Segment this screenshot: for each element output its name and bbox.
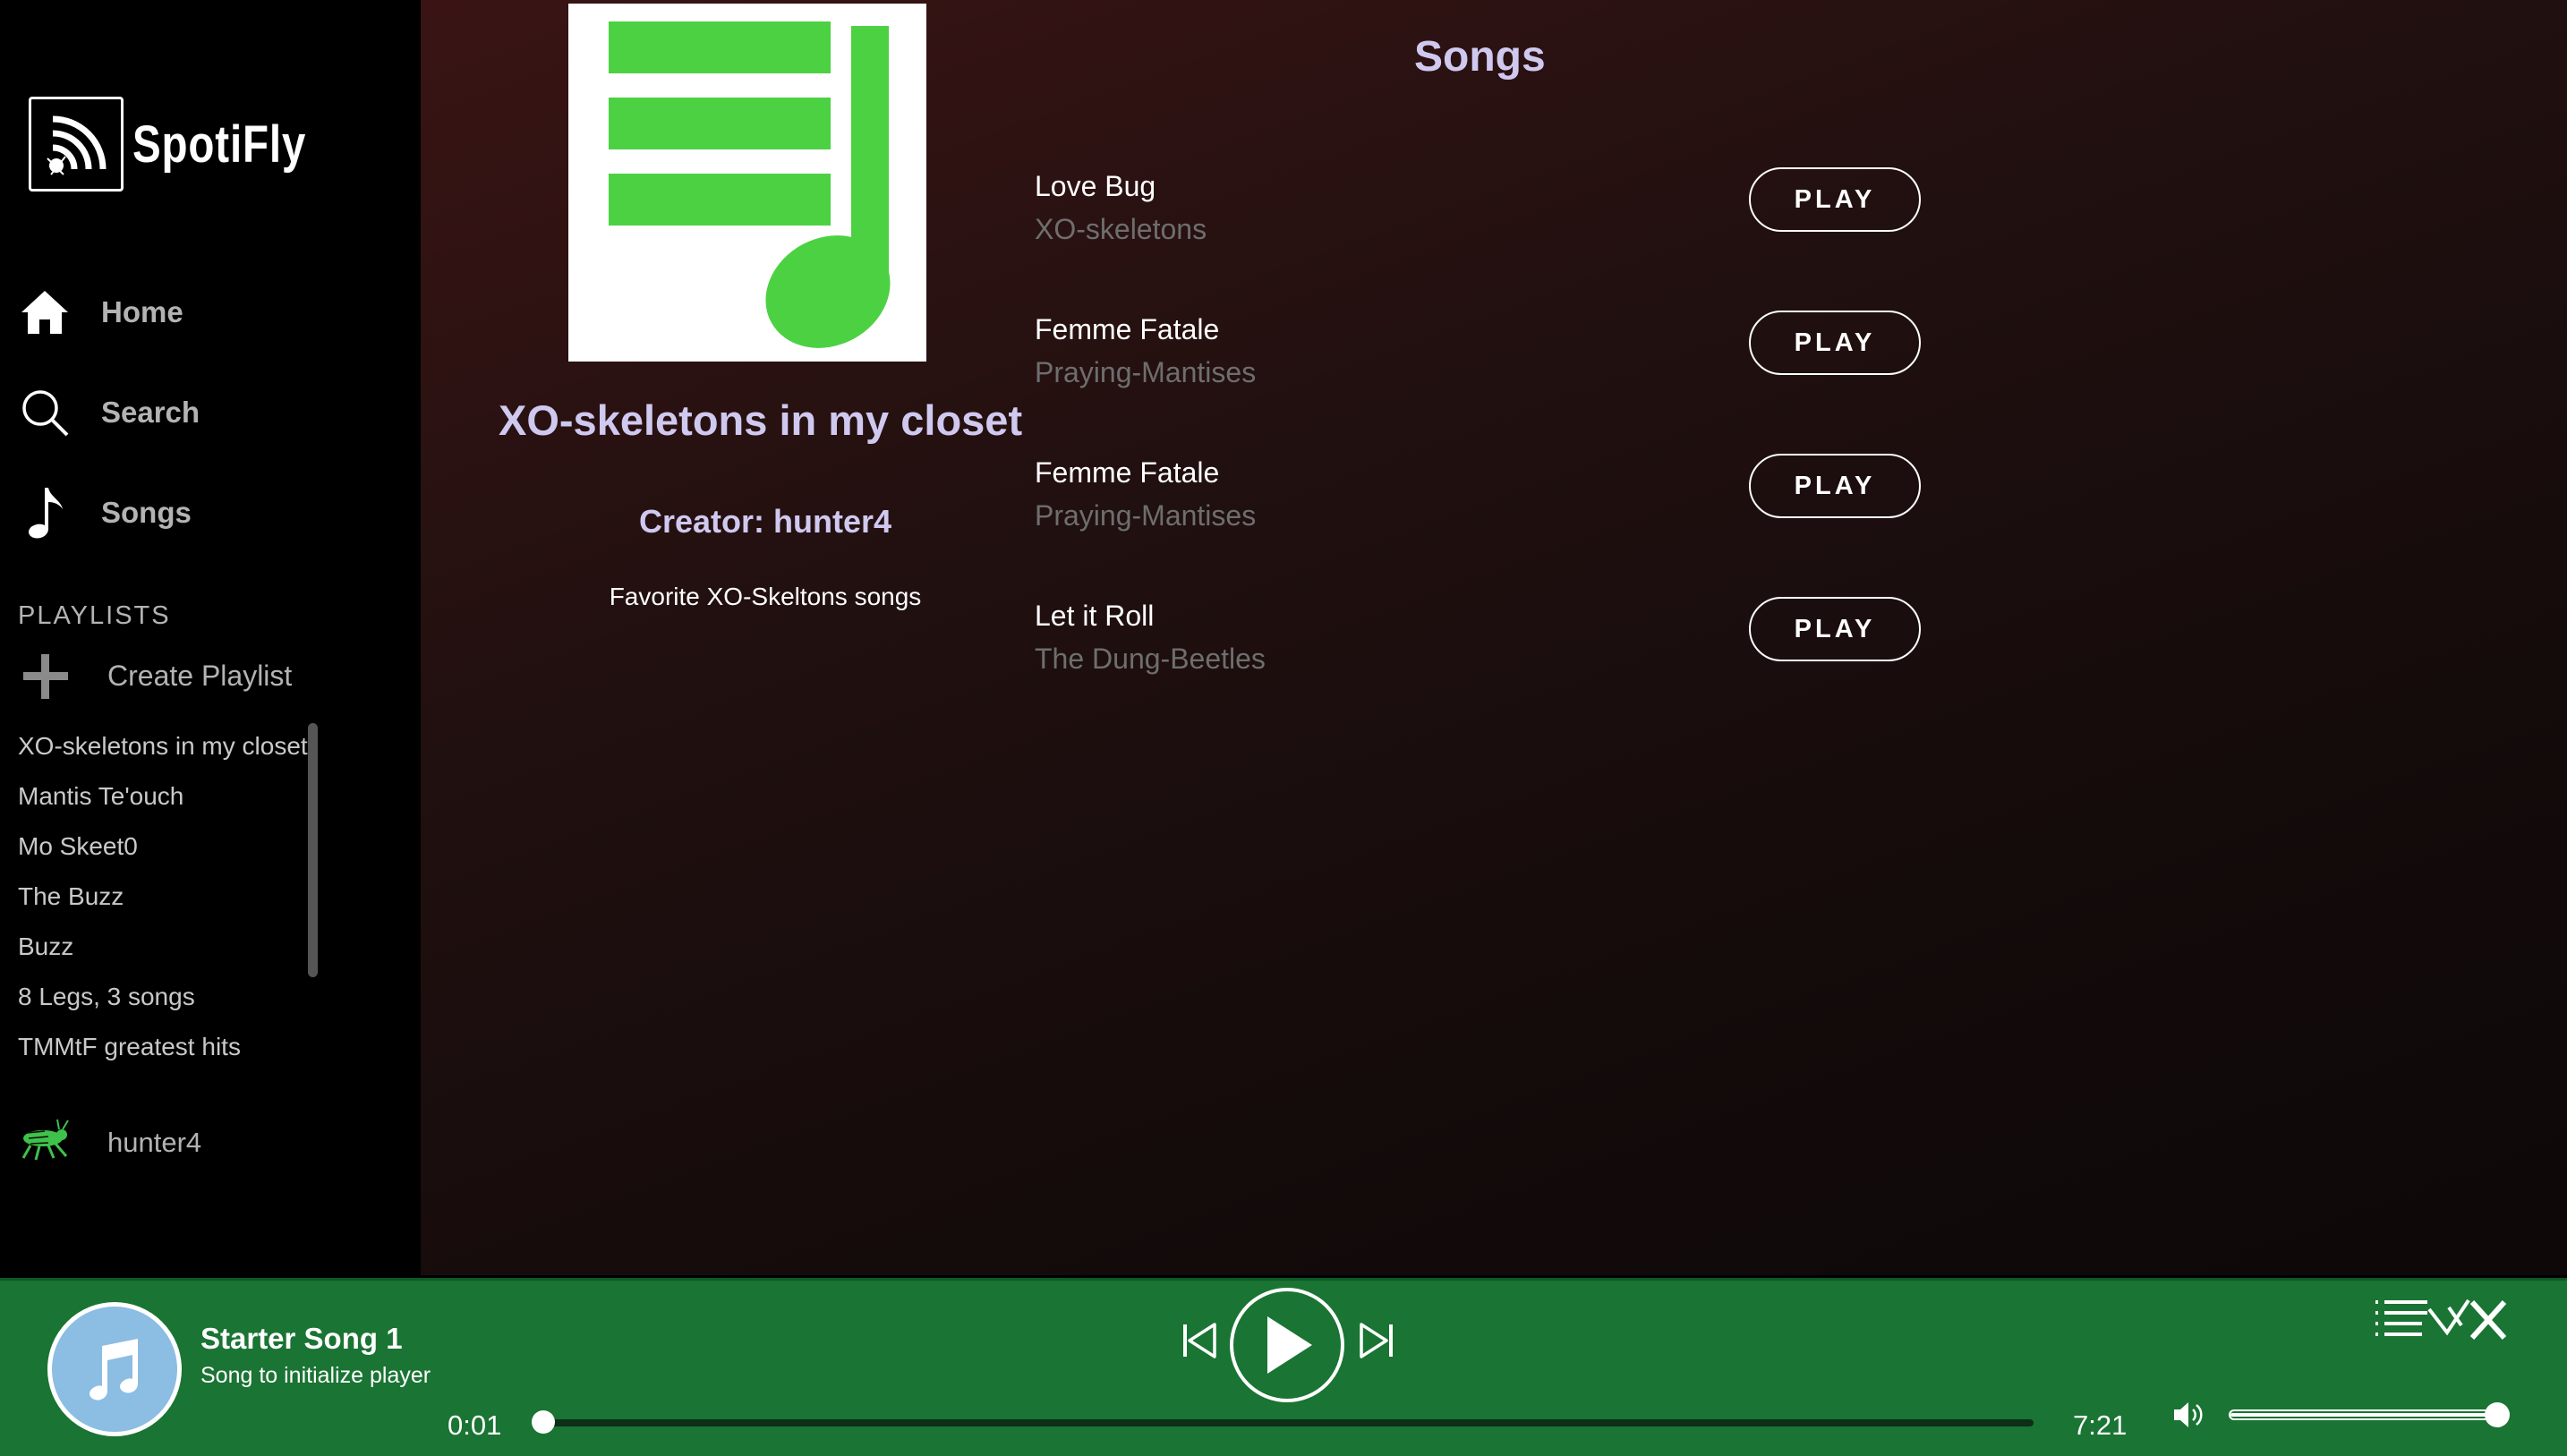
app-name: SpotiFly <box>132 115 307 174</box>
nav-search[interactable]: Search <box>18 381 200 444</box>
nav-home[interactable]: Home <box>18 281 183 344</box>
play-button[interactable]: PLAY <box>1749 454 1921 518</box>
song-artist: The Dung-Beetles <box>1035 643 1266 675</box>
volume-fill <box>2230 1413 2494 1417</box>
grasshopper-icon <box>18 1119 72 1168</box>
current-time: 0:01 <box>448 1409 502 1441</box>
create-playlist-button[interactable]: Create Playlist <box>18 646 292 705</box>
song-row: Love Bug XO-skeletons PLAY <box>1035 167 1930 277</box>
app-logo[interactable]: SpotiFly <box>29 97 345 192</box>
playlist-item[interactable]: Mo Skeet0 <box>18 822 309 872</box>
progress-knob[interactable] <box>532 1410 555 1434</box>
queue-close-button[interactable] <box>2372 1293 2515 1347</box>
create-playlist-label: Create Playlist <box>107 659 293 692</box>
song-title: Femme Fatale <box>1035 456 1220 489</box>
nav-songs-label: Songs <box>101 496 192 529</box>
home-icon <box>18 285 72 339</box>
song-row: Let it Roll The Dung-Beetles PLAY <box>1035 597 1930 707</box>
song-artist: XO-skeletons <box>1035 213 1207 245</box>
previous-button[interactable] <box>1176 1318 1221 1363</box>
volume-button[interactable] <box>2168 1395 2207 1435</box>
now-playing-art <box>47 1302 182 1436</box>
play-button[interactable]: PLAY <box>1749 597 1921 661</box>
now-playing-title: Starter Song 1 <box>200 1322 403 1355</box>
volume-knob[interactable] <box>2485 1402 2510 1427</box>
songs-heading: Songs <box>1414 33 1546 81</box>
playlist-cover-icon <box>609 21 891 348</box>
playlist-item[interactable]: 8 Legs, 3 songs <box>18 972 309 1022</box>
playlist-list: XO-skeletons in my closet Mantis Te'ouch… <box>18 721 309 1072</box>
song-row: Femme Fatale Praying-Mantises PLAY <box>1035 311 1930 421</box>
song-title: Let it Roll <box>1035 600 1155 632</box>
playlist-creator: Creator: hunter4 <box>638 503 892 540</box>
next-button[interactable] <box>1355 1318 1400 1363</box>
play-icon <box>1267 1316 1312 1374</box>
music-note-icon <box>90 1339 138 1401</box>
nav-songs[interactable]: Songs <box>18 481 192 544</box>
playlist-scrollbar[interactable] <box>308 723 318 977</box>
playlist-description: Favorite XO-Skeltons songs <box>609 583 922 610</box>
playlist-cover <box>568 4 926 362</box>
nav-home-label: Home <box>101 295 183 328</box>
skip-next-icon <box>1360 1323 1393 1358</box>
duration: 7:21 <box>2073 1409 2128 1441</box>
volume-icon <box>2174 1402 2203 1427</box>
user-profile[interactable]: hunter4 <box>18 1115 201 1171</box>
nav-search-label: Search <box>101 396 200 429</box>
song-row: Femme Fatale Praying-Mantises PLAY <box>1035 454 1930 564</box>
skip-previous-icon <box>1183 1323 1216 1358</box>
queue-close-icon <box>2375 1298 2507 1341</box>
sidebar: SpotiFly Home Search Songs PLAYLISTS Cre… <box>0 0 421 1275</box>
playlist-item[interactable]: The Buzz <box>18 872 309 922</box>
main-content: XO-skeletons in my closet Creator: hunte… <box>421 0 2567 1275</box>
logo-icon <box>29 97 124 192</box>
song-title: Femme Fatale <box>1035 313 1220 345</box>
playlists-heading: PLAYLISTS <box>18 601 171 630</box>
song-title: Love Bug <box>1035 170 1156 202</box>
user-name: hunter4 <box>107 1127 202 1158</box>
playlist-item[interactable]: TMMtF greatest hits <box>18 1022 309 1072</box>
playlist-item[interactable]: XO-skeletons in my closet <box>18 721 309 771</box>
progress-track[interactable] <box>541 1419 2034 1426</box>
song-artist: Praying-Mantises <box>1035 499 1257 532</box>
playlist-title: XO-skeletons in my closet <box>499 396 1023 444</box>
play-pause-button[interactable] <box>1230 1288 1344 1402</box>
song-artist: Praying-Mantises <box>1035 356 1257 388</box>
playlist-item[interactable]: Mantis Te'ouch <box>18 771 309 822</box>
plus-icon <box>18 649 72 702</box>
playlist-item[interactable]: Buzz <box>18 922 309 972</box>
play-button[interactable]: PLAY <box>1749 311 1921 375</box>
now-playing-subtitle: Song to initialize player <box>200 1363 431 1388</box>
music-note-icon <box>18 486 72 540</box>
search-icon <box>18 386 72 439</box>
play-button[interactable]: PLAY <box>1749 167 1921 232</box>
player-bar: Starter Song 1 Song to initialize player… <box>0 1278 2567 1456</box>
